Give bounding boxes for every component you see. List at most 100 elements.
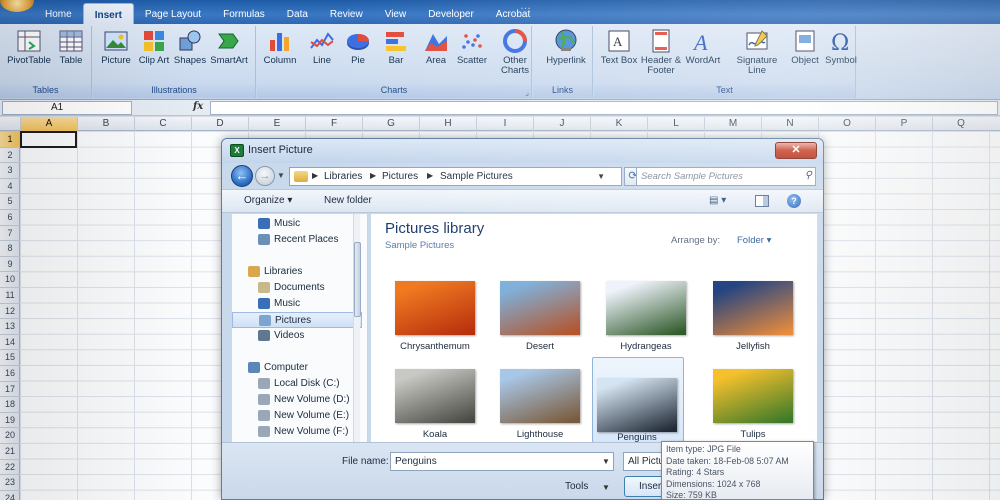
column-header-g[interactable]: G — [362, 117, 419, 131]
row-header[interactable]: 13 — [0, 318, 20, 334]
row-header[interactable]: 24 — [0, 489, 20, 500]
row-header[interactable]: 8 — [0, 240, 20, 256]
column-header-f[interactable]: F — [305, 117, 362, 131]
nav-item-computer[interactable]: Computer — [232, 360, 362, 376]
column-header-c[interactable]: C — [134, 117, 191, 131]
row-header[interactable]: 1 — [0, 131, 20, 147]
active-cell[interactable] — [20, 131, 77, 148]
close-button[interactable]: ✕ — [775, 142, 817, 159]
row-header[interactable]: 19 — [0, 411, 20, 428]
nav-item-videos[interactable]: Videos — [232, 328, 362, 344]
back-button[interactable]: ← — [231, 165, 253, 187]
tab-acrobat[interactable]: Acrobat — [485, 3, 541, 24]
column-header-k[interactable]: K — [590, 117, 647, 131]
breadcrumb-libraries[interactable]: Libraries — [324, 171, 362, 182]
history-dropdown-icon[interactable]: ▼ — [277, 171, 285, 180]
address-dropdown-icon[interactable]: ▼ — [597, 172, 605, 181]
thumbnail-hydrangeas[interactable]: Hydrangeas — [598, 281, 694, 365]
nav-item-local-disk-c[interactable]: Local Disk (C:) — [232, 376, 362, 392]
column-button[interactable]: Column — [261, 28, 299, 66]
office-button[interactable] — [0, 0, 34, 12]
search-icon[interactable]: ⚲ — [805, 170, 812, 181]
forward-button[interactable]: → — [255, 166, 275, 186]
address-bar[interactable]: ▶ Libraries ▶ Pictures ▶ Sample Pictures… — [289, 167, 622, 186]
column-header-b[interactable]: B — [77, 117, 134, 131]
formula-input[interactable] — [210, 101, 998, 115]
breadcrumb-separator-icon[interactable]: ▶ — [312, 171, 318, 180]
tab-insert[interactable]: Insert — [82, 3, 134, 24]
file-name-input[interactable]: Penguins — [390, 452, 614, 471]
scrollbar-thumb[interactable] — [354, 242, 361, 317]
text-box-button[interactable]: A Text Box — [600, 28, 638, 66]
thumbnail-tulips[interactable]: Tulips — [705, 369, 801, 442]
row-header[interactable]: 7 — [0, 224, 20, 241]
clip-art-button[interactable]: Clip Art — [135, 28, 173, 66]
line-button[interactable]: Line — [303, 28, 341, 66]
nav-item-libraries[interactable]: Libraries — [232, 264, 362, 280]
hyperlink-button[interactable]: Hyperlink — [543, 28, 589, 66]
column-header-m[interactable]: M — [704, 117, 761, 131]
row-header[interactable]: 16 — [0, 365, 20, 381]
row-header[interactable]: 11 — [0, 287, 20, 303]
navigation-scrollbar[interactable] — [353, 214, 361, 442]
file-name-dropdown-icon[interactable]: ▼ — [602, 457, 610, 466]
column-header-l[interactable]: L — [647, 117, 704, 131]
column-header-o[interactable]: O — [818, 117, 875, 131]
wordart-button[interactable]: A WordArt — [684, 28, 722, 66]
thumbnail-penguins[interactable]: Penguins — [592, 357, 684, 442]
row-header[interactable]: 9 — [0, 255, 20, 272]
row-header[interactable]: 20 — [0, 427, 20, 443]
nav-item-music[interactable]: Music — [232, 296, 362, 312]
column-header-h[interactable]: H — [419, 117, 476, 131]
column-header-q[interactable]: Q — [932, 117, 989, 131]
thumbnail-koala[interactable]: Koala — [387, 369, 483, 442]
tab-formulas[interactable]: Formulas — [212, 3, 276, 24]
area-button[interactable]: Area — [417, 28, 455, 66]
shapes-button[interactable]: Shapes — [171, 28, 209, 66]
nav-item-pictures[interactable]: Pictures — [232, 312, 362, 328]
tab-page-layout[interactable]: Page Layout — [134, 3, 212, 24]
row-header[interactable]: 3 — [0, 162, 20, 178]
smartart-button[interactable]: SmartArt — [210, 28, 248, 66]
thumbnail-jellyfish[interactable]: Jellyfish — [705, 281, 801, 365]
pivottable-button[interactable]: PivotTable — [6, 28, 52, 66]
thumbnail-lighthouse[interactable]: Lighthouse — [492, 369, 588, 442]
row-header[interactable]: 14 — [0, 333, 20, 350]
row-header[interactable]: 23 — [0, 474, 20, 490]
column-header-a[interactable]: A — [20, 117, 77, 131]
table-button[interactable]: Table — [52, 28, 90, 66]
row-header[interactable]: 5 — [0, 193, 20, 209]
organize-button[interactable]: Organize ▾ — [244, 195, 292, 206]
tab-review[interactable]: Review — [319, 3, 374, 24]
nav-item-documents[interactable]: Documents — [232, 280, 362, 296]
change-view-button[interactable]: ▤ ▾ — [709, 195, 726, 206]
object-button[interactable]: Object — [786, 28, 824, 66]
column-header-j[interactable]: J — [533, 117, 590, 131]
tools-dropdown-icon[interactable]: ▼ — [602, 483, 610, 492]
tab-home[interactable]: Home — [34, 3, 83, 24]
nav-item-recent-places[interactable]: Recent Places — [232, 232, 362, 248]
arrange-by-dropdown[interactable]: Folder ▾ — [737, 235, 771, 246]
pie-button[interactable]: Pie — [339, 28, 377, 66]
dialog-launcher-icon[interactable]: ⌟ — [525, 88, 529, 97]
column-header-i[interactable]: I — [476, 117, 533, 131]
breadcrumb-sample-pictures[interactable]: Sample Pictures — [440, 171, 513, 182]
breadcrumb-pictures[interactable]: Pictures — [382, 171, 418, 182]
signature-line-button[interactable]: Signature Line — [734, 28, 780, 76]
other-charts-button[interactable]: Other Charts — [492, 28, 538, 76]
column-header-e[interactable]: E — [248, 117, 305, 131]
row-header[interactable]: 6 — [0, 209, 20, 225]
tools-button[interactable]: Tools — [565, 481, 588, 492]
name-box[interactable]: A1 — [2, 101, 132, 115]
preview-pane-icon[interactable] — [755, 195, 769, 207]
row-header[interactable]: 21 — [0, 443, 20, 459]
tab-developer[interactable]: Developer — [417, 3, 485, 24]
breadcrumb-separator-icon[interactable]: ▶ — [370, 171, 376, 180]
row-header[interactable]: 4 — [0, 177, 20, 194]
row-header[interactable]: 15 — [0, 349, 20, 365]
row-header[interactable]: 17 — [0, 380, 20, 397]
insert-function-icon[interactable]: fx — [193, 101, 203, 112]
row-header[interactable]: 10 — [0, 271, 20, 287]
bar-button[interactable]: Bar — [377, 28, 415, 66]
tab-view[interactable]: View — [374, 3, 418, 24]
